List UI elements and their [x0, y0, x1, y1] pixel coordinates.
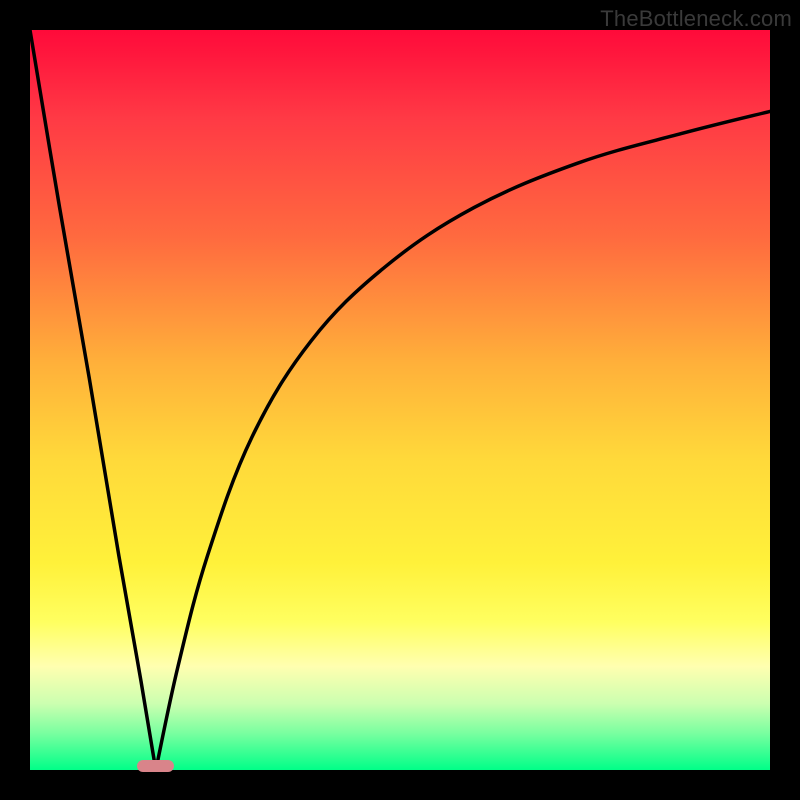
curve-left-branch [30, 30, 156, 770]
plot-area [30, 30, 770, 770]
optimum-marker [137, 760, 174, 772]
chart-frame: TheBottleneck.com [0, 0, 800, 800]
curve-right-branch [156, 111, 770, 770]
attribution-text: TheBottleneck.com [600, 6, 792, 32]
bottleneck-curve [30, 30, 770, 770]
